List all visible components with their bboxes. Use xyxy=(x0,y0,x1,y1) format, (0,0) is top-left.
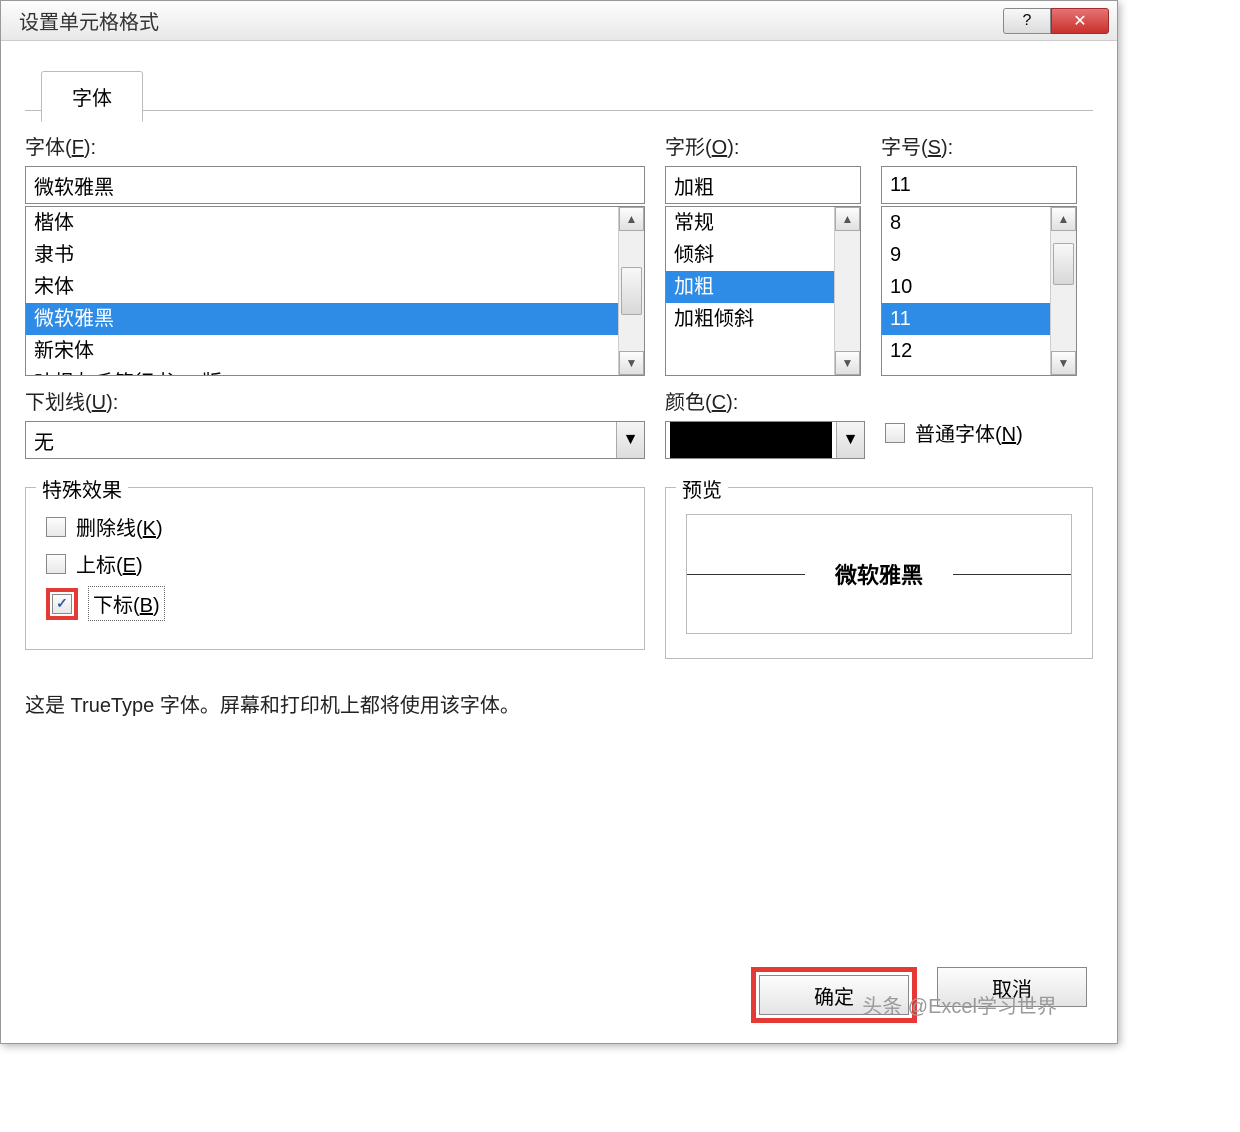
size-label: 字号(S): xyxy=(881,131,1077,160)
list-item[interactable]: 加粗 xyxy=(666,271,834,303)
scroll-down-icon[interactable]: ▼ xyxy=(1051,351,1076,375)
size-listbox[interactable]: 8 9 10 11 12 14 ▲ ▼ xyxy=(881,206,1077,376)
tab-font[interactable]: 字体 xyxy=(41,71,143,122)
highlight-marker xyxy=(46,588,78,620)
scroll-up-icon[interactable]: ▲ xyxy=(835,207,860,231)
scroll-thumb[interactable] xyxy=(1053,243,1074,285)
font-input[interactable] xyxy=(25,166,645,204)
chevron-down-icon[interactable]: ▼ xyxy=(836,422,864,458)
font-listbox[interactable]: 楷体 隶书 宋体 微软雅黑 新宋体 叶根友毛笔行书2.0版 ▲ ▼ xyxy=(25,206,645,376)
preview-fieldset: 预览 微软雅黑 xyxy=(665,487,1093,659)
color-label: 颜色(C): xyxy=(665,386,865,415)
preview-line xyxy=(687,574,805,575)
ok-button[interactable]: 确定 xyxy=(759,975,909,1015)
style-label: 字形(O): xyxy=(665,131,861,160)
list-item[interactable]: 新宋体 xyxy=(26,335,618,367)
underline-label: 下划线(U): xyxy=(25,386,645,415)
list-item[interactable]: 叶根友毛笔行书2.0版 xyxy=(26,367,618,375)
scroll-up-icon[interactable]: ▲ xyxy=(619,207,644,231)
effects-legend: 特殊效果 xyxy=(36,474,128,503)
font-label: 字体(F): xyxy=(25,131,645,160)
scrollbar[interactable]: ▲ ▼ xyxy=(618,207,644,375)
size-input[interactable] xyxy=(881,166,1077,204)
scrollbar[interactable]: ▲ ▼ xyxy=(834,207,860,375)
subscript-checkbox[interactable] xyxy=(52,594,72,614)
superscript-label: 上标(E) xyxy=(76,549,143,578)
list-item[interactable]: 8 xyxy=(882,207,1050,239)
cancel-button[interactable]: 取消 xyxy=(937,967,1087,1007)
subscript-label: 下标(B) xyxy=(88,586,165,621)
list-item[interactable]: 加粗倾斜 xyxy=(666,303,834,335)
strikethrough-checkbox[interactable] xyxy=(46,517,66,537)
help-button[interactable]: ? xyxy=(1003,8,1051,34)
scroll-up-icon[interactable]: ▲ xyxy=(1051,207,1076,231)
scroll-down-icon[interactable]: ▼ xyxy=(835,351,860,375)
list-item[interactable]: 11 xyxy=(882,303,1050,335)
tabs-row: 字体 xyxy=(25,61,1093,111)
color-dropdown[interactable]: ▼ xyxy=(665,421,865,459)
button-row: 确定 取消 xyxy=(751,967,1087,1023)
help-icon: ? xyxy=(1023,12,1032,30)
list-item[interactable]: 14 xyxy=(882,367,1050,375)
list-item[interactable]: 倾斜 xyxy=(666,239,834,271)
superscript-checkbox[interactable] xyxy=(46,554,66,574)
preview-line xyxy=(953,574,1071,575)
list-item[interactable]: 隶书 xyxy=(26,239,618,271)
list-item[interactable]: 9 xyxy=(882,239,1050,271)
format-cells-dialog: 设置单元格格式 ? ✕ 字体 字体(F): 楷体 隶书 宋体 微软雅黑 新宋 xyxy=(0,0,1118,1044)
dialog-content: 字体 字体(F): 楷体 隶书 宋体 微软雅黑 新宋体 叶根友毛笔行书2.0版 xyxy=(1,41,1117,1043)
titlebar: 设置单元格格式 ? ✕ xyxy=(1,1,1117,41)
list-item[interactable]: 微软雅黑 xyxy=(26,303,618,335)
scroll-thumb[interactable] xyxy=(621,267,642,315)
style-input[interactable] xyxy=(665,166,861,204)
effects-fieldset: 特殊效果 删除线(K) 上标(E) 下标(B) xyxy=(25,487,645,650)
list-item[interactable]: 楷体 xyxy=(26,207,618,239)
underline-value: 无 xyxy=(26,426,616,455)
list-item[interactable]: 12 xyxy=(882,335,1050,367)
underline-dropdown[interactable]: 无 ▼ xyxy=(25,421,645,459)
preview-sample: 微软雅黑 xyxy=(805,558,953,590)
list-item[interactable]: 宋体 xyxy=(26,271,618,303)
preview-legend: 预览 xyxy=(676,474,728,503)
scrollbar[interactable]: ▲ ▼ xyxy=(1050,207,1076,375)
preview-box: 微软雅黑 xyxy=(686,514,1072,634)
style-listbox[interactable]: 常规 倾斜 加粗 加粗倾斜 ▲ ▼ xyxy=(665,206,861,376)
strikethrough-label: 删除线(K) xyxy=(76,512,163,541)
close-button[interactable]: ✕ xyxy=(1051,8,1109,34)
dialog-title: 设置单元格格式 xyxy=(9,6,159,35)
close-icon: ✕ xyxy=(1073,11,1086,31)
info-text: 这是 TrueType 字体。屏幕和打印机上都将使用该字体。 xyxy=(25,689,1093,718)
list-item[interactable]: 常规 xyxy=(666,207,834,239)
normal-font-checkbox[interactable] xyxy=(885,423,905,443)
list-item[interactable]: 10 xyxy=(882,271,1050,303)
scroll-down-icon[interactable]: ▼ xyxy=(619,351,644,375)
normal-font-label: 普通字体(N) xyxy=(915,418,1023,447)
color-swatch xyxy=(670,422,832,458)
highlight-marker: 确定 xyxy=(751,967,917,1023)
chevron-down-icon[interactable]: ▼ xyxy=(616,422,644,458)
